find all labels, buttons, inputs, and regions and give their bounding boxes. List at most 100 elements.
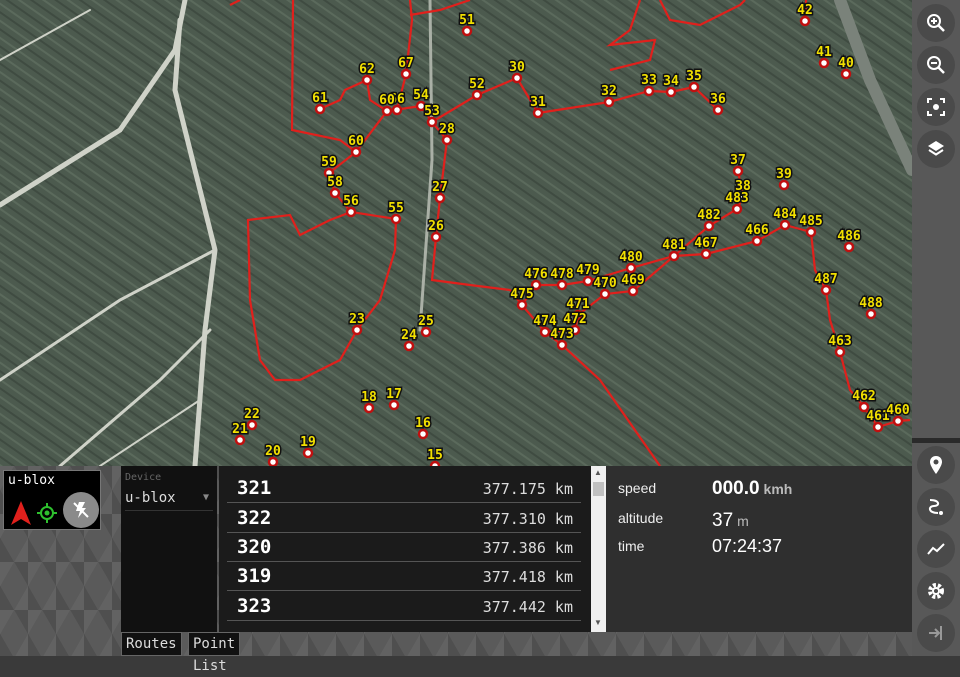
route-point-marker[interactable] [246,419,258,431]
route-point-marker[interactable] [388,399,400,411]
route-point-marker[interactable] [471,89,483,101]
route-point-marker[interactable] [556,279,568,291]
route-point-marker[interactable] [840,68,852,80]
route-point-marker[interactable] [314,103,326,115]
route-point-label: 27 [432,180,448,195]
scroll-up-icon[interactable]: ▲ [594,468,602,477]
route-point-marker[interactable] [779,219,791,231]
route-point-marker[interactable] [556,339,568,351]
route-point-label: 33 [641,73,657,88]
route-point-marker[interactable] [865,308,877,320]
route-point-marker[interactable] [302,447,314,459]
gps-fix-icon[interactable] [37,503,57,523]
route-point-marker[interactable] [434,192,446,204]
route-point-marker[interactable] [688,81,700,93]
list-scrollbar[interactable]: ▲ ▼ [591,466,606,632]
route-point-marker[interactable] [818,57,830,69]
map-canvas[interactable]: 424140516762 3052 33 34 35323661 6660 54533128… [0,0,912,466]
route-point-label: 481 [662,238,686,253]
route-point-label: 61 [312,91,328,106]
route-point-label: 19 [300,435,316,450]
list-item[interactable]: 321 377.175 km [227,474,581,503]
list-item[interactable]: 319 377.418 km [227,562,581,591]
route-point-label: 23 [349,312,365,327]
route-point-marker[interactable] [712,104,724,116]
route-point-marker[interactable] [799,15,811,27]
scroll-thumb[interactable] [593,482,604,496]
zoom-out-button[interactable] [917,46,955,84]
route-point-marker[interactable] [820,284,832,296]
list-item[interactable]: 322 377.310 km [227,504,581,533]
exit-button[interactable] [917,614,955,652]
route-point-marker[interactable] [603,96,615,108]
zoom-in-button[interactable] [917,4,955,42]
flash-off-button[interactable] [63,492,99,528]
altitude-unit: m [737,513,749,529]
route-point-marker[interactable] [426,116,438,128]
fit-screen-button[interactable] [917,88,955,126]
tab-point-list[interactable]: Point List [188,632,241,674]
telemetry-panel: speed 000.0 kmh altitude 37 m time 07:24:3… [606,466,912,632]
route-point-marker[interactable] [539,326,551,338]
route-point-label: 30 [509,60,525,75]
route-point-marker[interactable] [403,340,415,352]
point-number: 319 [237,565,272,587]
route-point-marker[interactable] [665,86,677,98]
chart-button[interactable] [917,530,955,568]
route-point-marker[interactable] [700,248,712,260]
route-point-marker[interactable] [625,262,637,274]
route-point-marker[interactable] [703,220,715,232]
route-point-marker[interactable] [329,187,341,199]
gps-device-title: u-blox [8,473,55,488]
route-point-marker[interactable] [351,324,363,336]
route-point-marker[interactable] [381,105,393,117]
route-point-marker[interactable] [430,231,442,243]
route-point-marker[interactable] [400,68,412,80]
device-select[interactable]: u-blox ▼ [125,490,213,511]
route-point-marker[interactable] [461,25,473,37]
route-point-marker[interactable] [516,299,528,311]
tab-routes[interactable]: Routes [121,632,182,656]
route-button[interactable] [917,488,955,526]
route-point-marker[interactable] [511,72,523,84]
route-point-marker[interactable] [778,179,790,191]
list-item[interactable]: 323 377.442 km [227,592,581,621]
location-button[interactable] [917,446,955,484]
route-point-marker[interactable] [843,241,855,253]
scroll-down-icon[interactable]: ▼ [594,618,602,627]
point-list[interactable]: 321 377.175 km 322 377.310 km 320 377.38… [219,466,606,632]
route-point-label: 473 [550,327,573,342]
route-point-marker[interactable] [892,415,904,427]
route-point-marker[interactable] [350,146,362,158]
route-point-marker[interactable] [872,421,884,433]
bottom-panel: u-blox Device u-blox ▼ Routes Point List… [0,466,912,674]
route-point-marker[interactable] [582,275,594,287]
satellite-map[interactable]: 42 41 40 51 67 62 30 52 33 34 35 32 36 61 66 60 54 53 31 28… [0,0,912,466]
location-pin-icon [930,456,942,474]
route-point-marker[interactable] [532,107,544,119]
route-point-marker[interactable] [627,285,639,297]
route-point-marker[interactable] [234,434,246,446]
route-point-marker[interactable] [805,226,817,238]
route-point-marker[interactable] [731,203,743,215]
route-point-marker[interactable] [668,250,680,262]
route-point-marker[interactable] [417,428,429,440]
route-point-marker[interactable] [732,165,744,177]
route-point-marker[interactable] [643,85,655,97]
route-point-marker[interactable] [361,74,373,86]
route-point-marker[interactable] [599,288,611,300]
settings-button[interactable] [917,572,955,610]
route-point-label: 60 [379,93,395,108]
route-point-label: 42 [797,3,813,18]
route-point-marker[interactable] [390,213,402,225]
route-point-marker[interactable] [441,134,453,146]
route-point-marker[interactable] [267,456,279,466]
route-point-marker[interactable] [751,235,763,247]
route-point-marker[interactable] [420,326,432,338]
route-point-marker[interactable] [345,206,357,218]
layers-button[interactable] [917,130,955,168]
route-point-marker[interactable] [363,402,375,414]
device-label: Device [125,472,162,483]
route-point-marker[interactable] [834,346,846,358]
list-item[interactable]: 320 377.386 km [227,533,581,562]
